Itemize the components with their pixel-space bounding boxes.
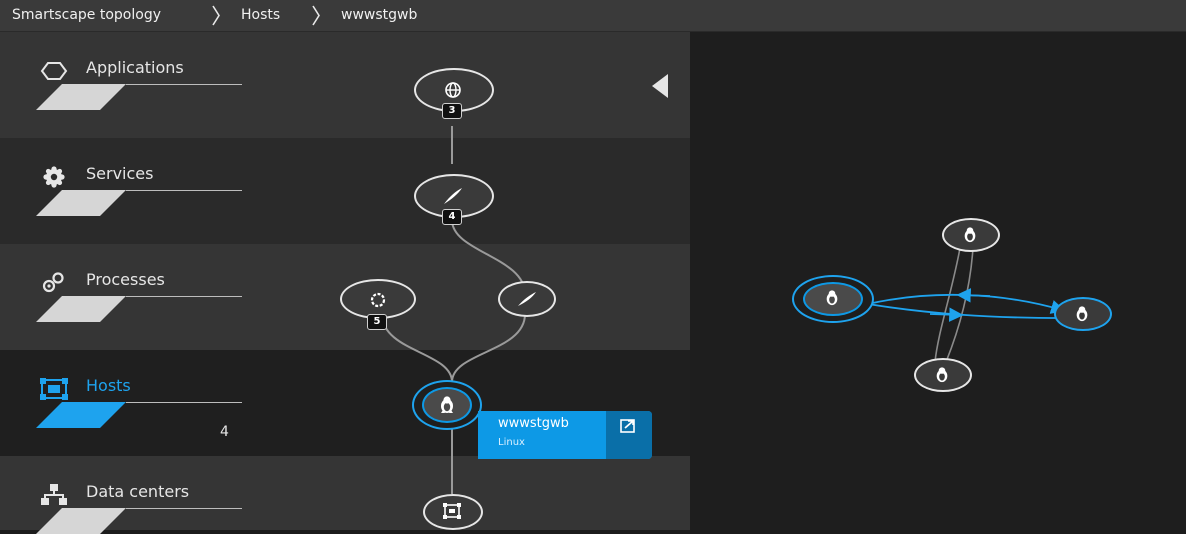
collapse-panel-icon[interactable]: [650, 73, 672, 99]
linux-icon: [936, 367, 948, 383]
process-gear-icon: [370, 292, 386, 308]
host-graph-node[interactable]: [942, 218, 1000, 252]
host-graph-node-selected[interactable]: [792, 275, 874, 323]
services-count-badge: 4: [442, 209, 462, 225]
feather-icon: [444, 188, 462, 204]
host-graph-node[interactable]: [1054, 297, 1112, 331]
linux-icon: [1076, 306, 1088, 322]
host-graph-node-inner: [803, 282, 863, 316]
host-node-selected[interactable]: [412, 380, 482, 430]
host-node-inner: [422, 387, 472, 423]
breadcrumb-current-host: wwwstgwb: [341, 7, 418, 23]
linux-icon: [441, 396, 453, 413]
linux-icon: [964, 227, 976, 243]
globe-icon: [445, 82, 461, 98]
graph-edges: [867, 247, 1066, 363]
smartscape-vertical-stack: Applications Services Processes Hosts 4 …: [0, 32, 690, 534]
host-card-title: wwwstgwb: [498, 416, 569, 431]
chevron-right-icon: [312, 5, 320, 26]
processes-count-badge: 5: [367, 314, 387, 330]
external-link-icon: [620, 419, 635, 433]
processes-node[interactable]: [340, 279, 416, 319]
host-neighborhood-graph: [690, 32, 1186, 530]
linux-icon: [826, 290, 838, 306]
host-card[interactable]: wwwstgwb Linux: [478, 411, 652, 459]
open-host-button[interactable]: [606, 411, 652, 459]
breadcrumb-hosts[interactable]: Hosts: [241, 0, 280, 31]
process-node-secondary[interactable]: [498, 281, 556, 317]
feather-icon: [518, 292, 536, 306]
applications-count-badge: 3: [442, 103, 462, 119]
host-icon: [443, 503, 461, 519]
breadcrumb: Smartscape topology Hosts wwwstgwb: [0, 0, 1186, 32]
host-card-os: Linux: [498, 437, 525, 448]
host-graph-node[interactable]: [914, 358, 972, 392]
datacenter-node[interactable]: [423, 494, 483, 530]
chevron-right-icon: [212, 5, 220, 26]
breadcrumb-smartscape[interactable]: Smartscape topology: [12, 0, 161, 31]
